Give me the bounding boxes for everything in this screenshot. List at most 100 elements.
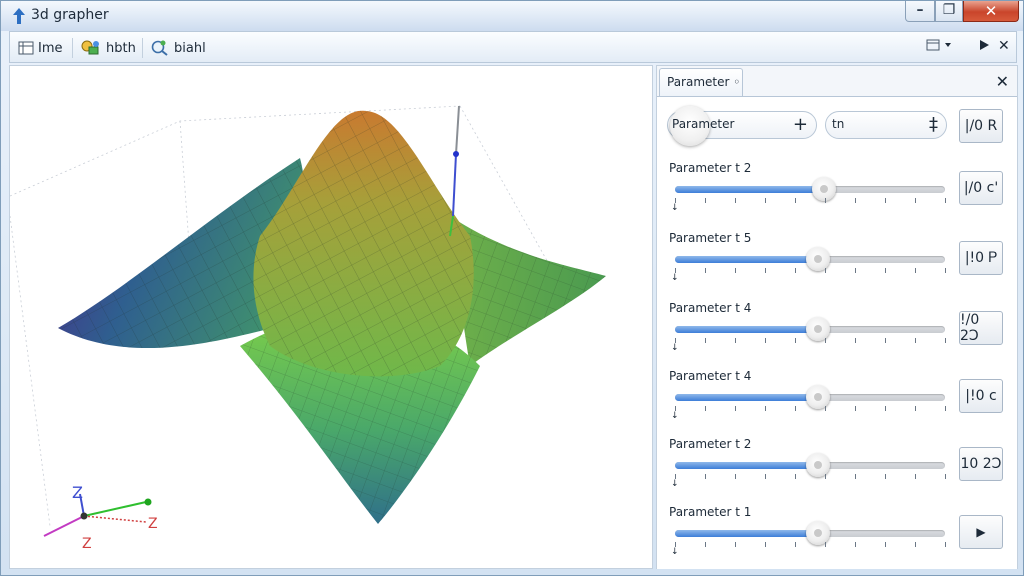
slider-tick: [855, 542, 856, 547]
view-options-button[interactable]: [926, 38, 954, 56]
slider-tick: [765, 198, 766, 203]
slider-tick: [885, 338, 886, 343]
slider-tick: [825, 338, 826, 343]
min-marker-icon: ↓: [671, 479, 679, 489]
slider-tick: [825, 198, 826, 203]
toolbar-item-biahl[interactable]: biahl: [150, 36, 206, 60]
min-marker-icon: ↓: [671, 343, 679, 353]
slider-tick: [945, 542, 946, 547]
slider-tick: [915, 198, 916, 203]
slider-tick: [765, 542, 766, 547]
slider-label: Parameter t 4: [669, 369, 752, 383]
graph-canvas[interactable]: Z Z Z: [9, 65, 653, 569]
play-icon: [980, 40, 989, 50]
minimize-button[interactable]: –: [905, 1, 935, 22]
slider-tick: [735, 268, 736, 273]
slider-tick: [825, 268, 826, 273]
value-button-3[interactable]: |!0 Ꮲ: [959, 241, 1003, 275]
plus-icon[interactable]: +: [793, 114, 808, 135]
parameter-input-value: Parameter: [672, 117, 735, 131]
slider-track[interactable]: [675, 385, 945, 409]
min-marker-icon: ↓: [671, 411, 679, 421]
slider-track[interactable]: [675, 317, 945, 341]
toolbar-divider: [72, 38, 73, 58]
slider-fill: [675, 462, 819, 469]
min-marker-icon: ↓: [671, 547, 679, 557]
window-title: 3d grapher: [31, 7, 109, 23]
slider-ticks: [675, 198, 946, 206]
toolbar-item-hbth[interactable]: hbth: [80, 36, 136, 60]
play-step-button[interactable]: ▶: [959, 515, 1003, 549]
toolbar-item-label: hbth: [106, 40, 136, 56]
slider-tick: [735, 198, 736, 203]
parameter-input[interactable]: Parameter +: [667, 106, 817, 146]
title-bar[interactable]: 3d grapher – ❐ ✕: [1, 1, 1023, 31]
slider-tick: [945, 474, 946, 479]
slider-tick: [855, 198, 856, 203]
axis-triad: [43, 493, 152, 537]
slider-track[interactable]: [675, 177, 945, 201]
parameter-slider-row: Parameter t 5 ↓: [667, 231, 952, 291]
value-button-5[interactable]: |!0 c: [959, 379, 1003, 413]
close-icon: ✕: [995, 72, 1009, 91]
grid-icon: [18, 41, 34, 55]
toolbar: Ime hbth biahl ✕: [9, 31, 1017, 63]
value-button-4[interactable]: !/0 2Ↄ: [959, 311, 1003, 345]
slider-fill: [675, 326, 819, 333]
x-axis-label: Z: [82, 536, 92, 552]
parameter-list: Parameter + tn ‡ |/0 R |/0 c' |!0 Ꮲ !/0 …: [657, 96, 1017, 569]
slider-tick: [825, 406, 826, 411]
slider-ticks: [675, 268, 946, 276]
slider-tick: [885, 268, 886, 273]
slider-label: Parameter t 2: [669, 437, 752, 451]
parameter-panel: Parameter ◦ ✕ Parameter + tn ‡ |/0 R |/0…: [656, 65, 1018, 569]
slider-track[interactable]: [675, 453, 945, 477]
panel-close-button[interactable]: ✕: [996, 72, 1009, 91]
slider-tick: [705, 198, 706, 203]
slider-track[interactable]: [675, 247, 945, 271]
slider-tick: [765, 268, 766, 273]
slider-fill: [675, 530, 819, 537]
toolbar-close-button[interactable]: ✕: [998, 38, 1010, 54]
value-button-1[interactable]: |/0 R: [959, 109, 1003, 143]
close-window-button[interactable]: ✕: [963, 1, 1019, 22]
slider-tick: [795, 542, 796, 547]
slider-tick: [885, 474, 886, 479]
min-marker-icon: ↓: [671, 203, 679, 213]
slider-fill: [675, 186, 824, 193]
tn-input[interactable]: tn ‡: [825, 111, 947, 139]
slider-tick: [825, 542, 826, 547]
slider-tick: [915, 406, 916, 411]
slider-tick: [765, 474, 766, 479]
toolbar-item-label: biahl: [174, 40, 206, 56]
maximize-button[interactable]: ❐: [935, 1, 963, 22]
play-button[interactable]: [978, 38, 990, 56]
toolbar-divider: [142, 38, 143, 58]
parameter-slider-row: Parameter t 4 ↓: [667, 369, 952, 429]
slider-tick: [795, 198, 796, 203]
slider-tick: [735, 406, 736, 411]
slider-tick: [795, 474, 796, 479]
slider-tick: [855, 474, 856, 479]
toolbar-item-ime[interactable]: Ime: [18, 36, 63, 60]
plus-icon[interactable]: ‡: [929, 114, 938, 135]
tab-parameter[interactable]: Parameter ◦: [659, 68, 743, 96]
slider-tick: [945, 268, 946, 273]
value-button-6[interactable]: 10 2Ↄ: [959, 447, 1003, 481]
parameter-slider-row: Parameter t 2 ↓: [667, 437, 952, 497]
minimize-icon: –: [916, 2, 924, 18]
slider-tick: [915, 542, 916, 547]
slider-tick: [885, 198, 886, 203]
slider-tick: [945, 406, 946, 411]
value-button-2[interactable]: |/0 c': [959, 171, 1003, 205]
min-marker-icon: ↓: [671, 273, 679, 283]
close-icon: ✕: [984, 2, 998, 20]
slider-tick: [885, 542, 886, 547]
tab-label: Parameter ◦: [667, 75, 741, 89]
slider-track[interactable]: [675, 521, 945, 545]
shapes-icon: [81, 40, 99, 55]
z-axis-label: Z: [72, 483, 83, 502]
slider-ticks: [675, 338, 946, 346]
app-arrow-icon: [13, 8, 25, 24]
slider-tick: [795, 338, 796, 343]
